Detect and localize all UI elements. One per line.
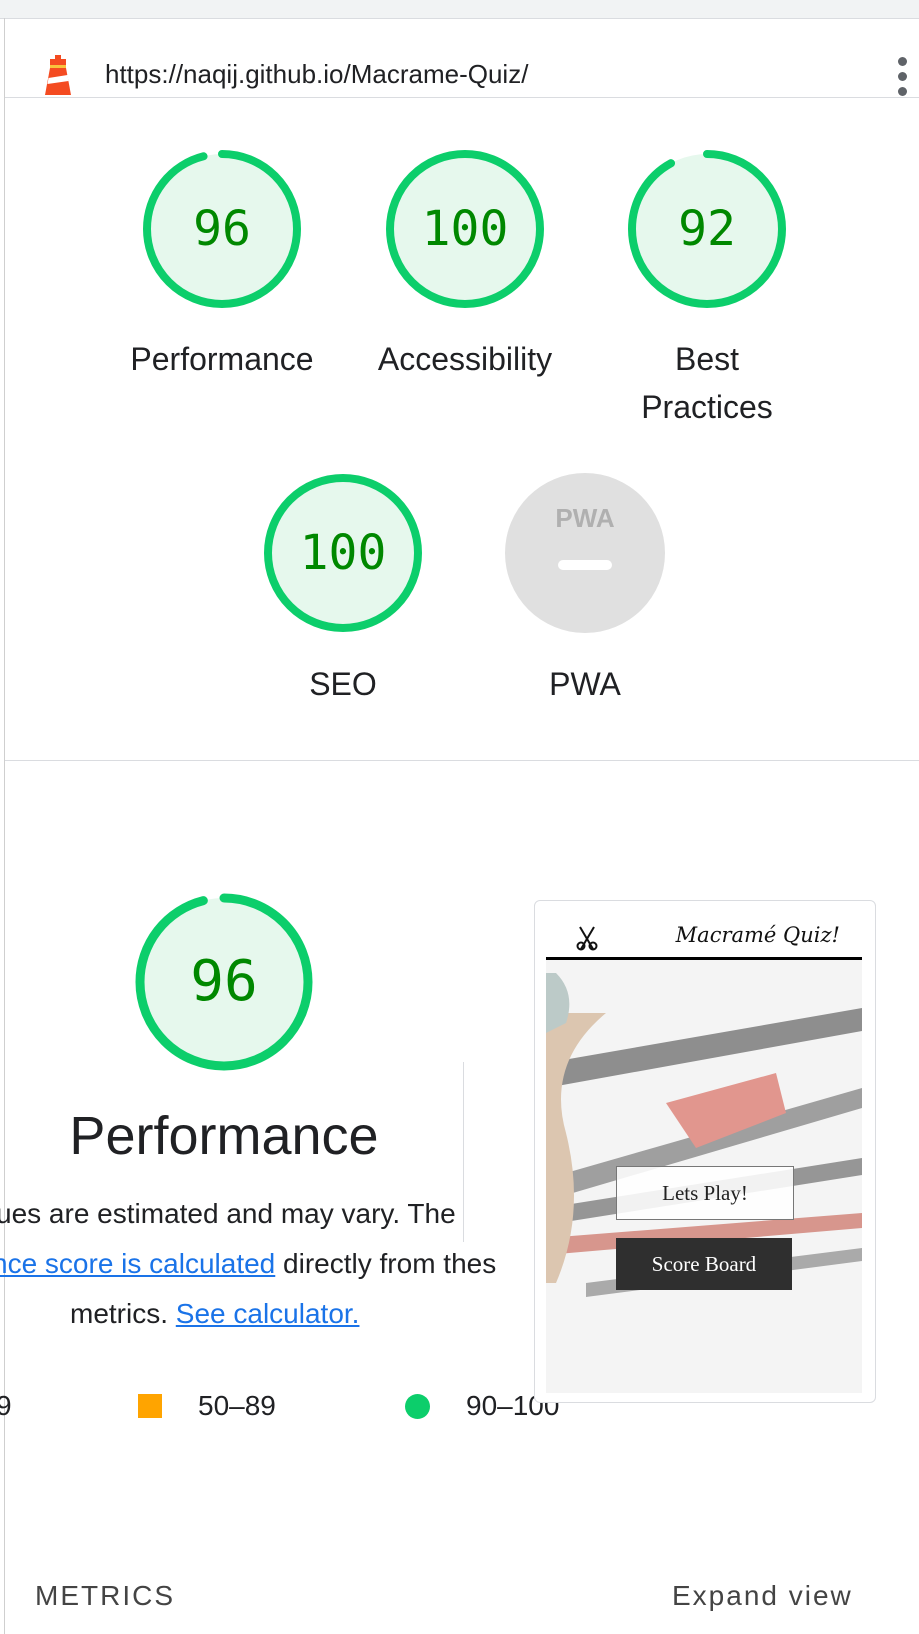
screenshot-lets-play-button: Lets Play!	[616, 1166, 794, 1220]
legend-pass-circle-icon	[405, 1394, 430, 1419]
pwa-badge-icon: PWA	[505, 473, 665, 633]
pwa-gauge[interactable]: PWA	[505, 473, 665, 633]
best-practices-label: Best Practices	[587, 335, 827, 431]
screenshot-score-board-button: Score Board	[616, 1238, 792, 1290]
legend-average-square-icon	[138, 1394, 162, 1418]
pwa-badge-text: PWA	[555, 503, 614, 533]
performance-detail-score: 96	[190, 949, 258, 1014]
screenshot-navbar: Macramé Quiz!	[546, 913, 862, 960]
screenshot-site-title: Macramé Quiz!	[675, 923, 840, 947]
score-calculated-link[interactable]: nce score is calculated	[0, 1248, 275, 1279]
performance-title: Performance	[69, 1106, 379, 1166]
performance-desc-line1: ues are estimated and may vary. The	[0, 1198, 456, 1229]
seo-label: SEO	[309, 666, 377, 702]
vertical-divider	[463, 1062, 464, 1242]
performance-label: Performance	[130, 341, 314, 377]
pwa-label: PWA	[549, 666, 621, 702]
url-bar: https://naqij.github.io/Macrame-Quiz/	[5, 19, 919, 98]
performance-score: 96	[193, 201, 251, 257]
legend-average-range: 50–89	[198, 1390, 276, 1421]
expand-view-toggle[interactable]: Expand view	[672, 1580, 853, 1612]
seo-score: 100	[299, 525, 387, 581]
accessibility-score: 100	[421, 201, 509, 257]
legend-fail-range: 9	[0, 1390, 12, 1421]
performance-desc-line3: metrics. See calculator.	[70, 1298, 359, 1330]
final-screenshot-content: Macramé Quiz! Lets Play! Score Board	[546, 913, 862, 1393]
browser-top-strip	[0, 0, 919, 19]
performance-gauge[interactable]: 96	[142, 149, 302, 309]
final-screenshot[interactable]: Macramé Quiz! Lets Play! Score Board	[534, 900, 876, 1403]
see-calculator-link[interactable]: See calculator.	[176, 1298, 360, 1329]
accessibility-label: Accessibility	[377, 341, 553, 377]
best-practices-score: 92	[678, 201, 736, 257]
best-practices-label-line2: Practices	[641, 389, 773, 425]
best-practices-label-line1: Best	[674, 341, 740, 377]
section-divider	[5, 760, 919, 761]
lighthouse-icon	[41, 53, 75, 102]
accessibility-gauge[interactable]: 100	[385, 149, 545, 309]
seo-gauge[interactable]: 100	[263, 473, 423, 633]
performance-desc-line2: nce score is calculated directly from th…	[0, 1248, 496, 1280]
performance-desc-metrics: metrics.	[70, 1298, 168, 1329]
scissors-icon	[576, 925, 598, 956]
performance-desc-line2-rest: directly from thes	[275, 1248, 497, 1279]
performance-detail-gauge: 96	[134, 892, 314, 1072]
url-text[interactable]: https://naqij.github.io/Macrame-Quiz/	[105, 59, 528, 90]
screenshot-background-image	[546, 913, 862, 1393]
best-practices-gauge[interactable]: 92	[627, 149, 787, 309]
metrics-heading: METRICS	[35, 1580, 175, 1611]
kebab-menu-icon[interactable]	[897, 57, 909, 101]
